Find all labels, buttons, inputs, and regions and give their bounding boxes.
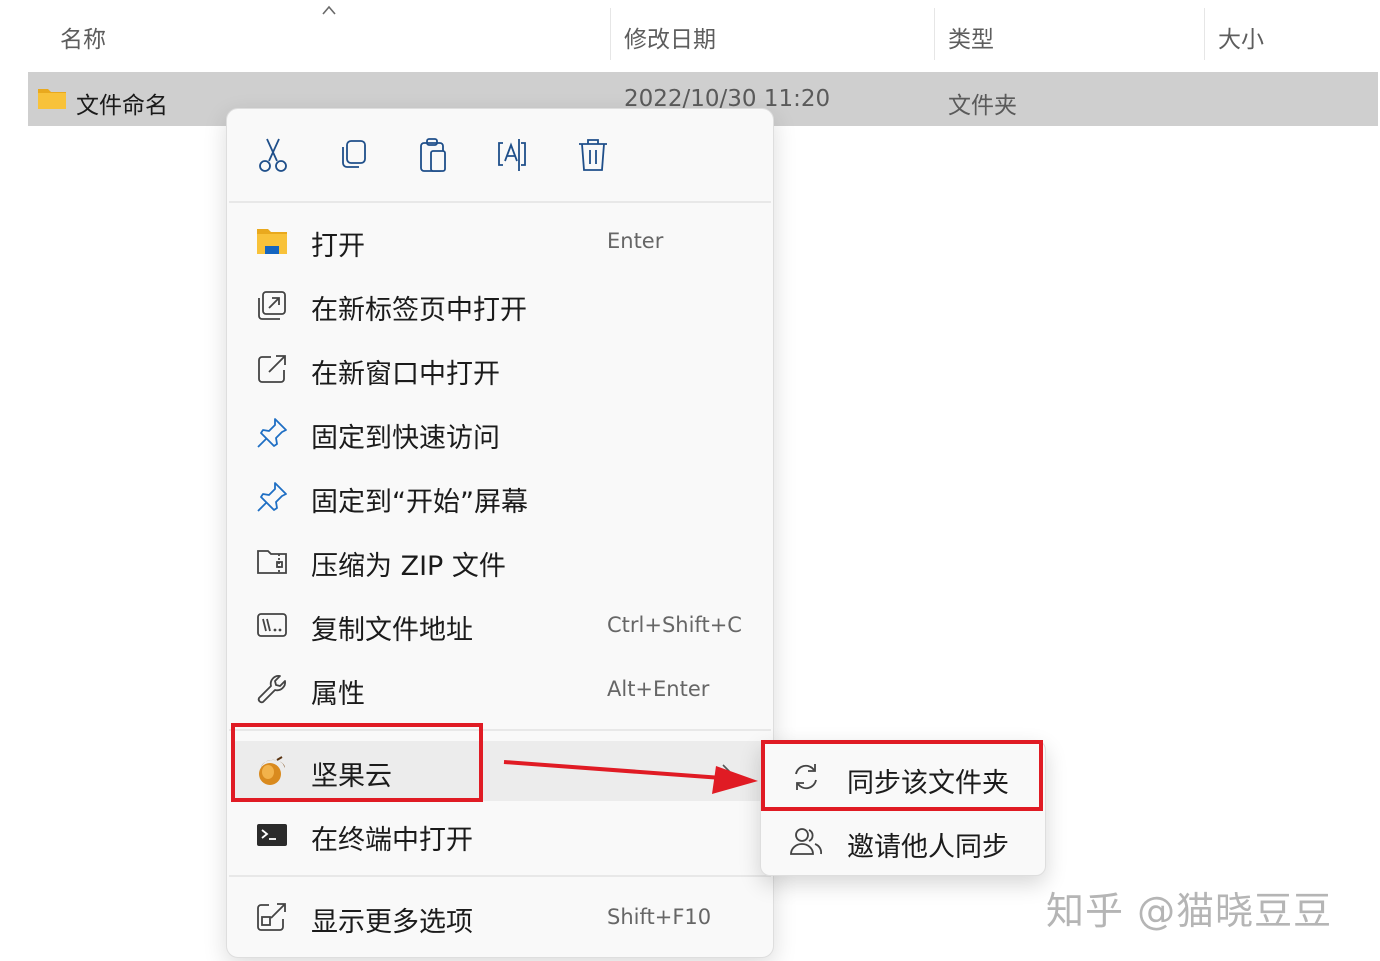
column-header: 名称 修改日期 类型 大小 (0, 0, 1380, 70)
menu-item-label: 在新窗口中打开 (311, 359, 500, 390)
terminal-icon (257, 824, 287, 846)
pin-icon (257, 482, 287, 512)
menu-item-shortcut: Shift+F10 (607, 905, 712, 929)
more-options-icon (257, 903, 286, 931)
menu-item-label: 固定到快速访问 (311, 423, 500, 454)
menu-item-copy-path[interactable]: 复制文件地址 Ctrl+Shift+C (231, 595, 769, 655)
rename-icon[interactable] (495, 135, 531, 175)
menu-item-more-options[interactable]: 显示更多选项 Shift+F10 (231, 887, 769, 947)
menu-item-open-new-window[interactable]: 在新窗口中打开 (231, 339, 769, 399)
pin-icon (257, 418, 287, 448)
copy-path-icon (257, 613, 287, 637)
menu-item-label: 复制文件地址 (311, 615, 473, 646)
file-name: 文件命名 (76, 93, 168, 119)
delete-icon[interactable] (575, 135, 611, 175)
menu-divider (229, 875, 771, 877)
submenu-item-invite-sync[interactable]: 邀请他人同步 (765, 812, 1041, 870)
menu-item-pin-start[interactable]: 固定到“开始”屏幕 (231, 467, 769, 527)
submenu-item-label: 邀请他人同步 (847, 832, 1009, 863)
menu-item-open[interactable]: 打开 Enter (231, 211, 769, 271)
sort-ascending-icon[interactable] (320, 4, 338, 16)
column-size[interactable]: 大小 (1218, 20, 1264, 54)
folder-icon (38, 89, 66, 109)
menu-item-open-new-tab[interactable]: 在新标签页中打开 (231, 275, 769, 335)
menu-item-compress-zip[interactable]: 压缩为 ZIP 文件 (231, 531, 769, 591)
menu-item-label: 压缩为 ZIP 文件 (311, 551, 506, 582)
column-divider[interactable] (610, 8, 611, 60)
menu-item-label: 显示更多选项 (311, 907, 473, 938)
highlight-box-jianguoyun (231, 723, 483, 802)
open-new-window-icon (258, 355, 286, 383)
copy-icon[interactable] (335, 135, 371, 175)
people-icon (790, 828, 822, 855)
menu-item-shortcut: Enter (607, 229, 664, 253)
annotation-arrow (503, 760, 758, 794)
menu-item-label: 打开 (311, 231, 365, 262)
menu-item-label: 在终端中打开 (311, 825, 473, 856)
menu-item-shortcut: Alt+Enter (607, 677, 710, 701)
quick-action-bar (227, 109, 773, 201)
file-type: 文件夹 (948, 93, 1017, 119)
cut-icon[interactable] (255, 135, 291, 175)
wrench-icon (257, 675, 286, 704)
zip-folder-icon (257, 550, 287, 574)
menu-item-pin-quick-access[interactable]: 固定到快速访问 (231, 403, 769, 463)
menu-item-label: 在新标签页中打开 (311, 295, 527, 326)
menu-item-label: 固定到“开始”屏幕 (311, 487, 528, 518)
menu-item-label: 属性 (311, 679, 365, 710)
column-name[interactable]: 名称 (60, 20, 106, 54)
column-divider[interactable] (1204, 8, 1205, 60)
paste-icon[interactable] (415, 135, 451, 175)
new-tab-icon (258, 291, 286, 320)
menu-item-open-terminal[interactable]: 在终端中打开 (231, 805, 769, 865)
column-modified[interactable]: 修改日期 (624, 20, 716, 54)
menu-divider (229, 201, 771, 203)
watermark: 知乎 @猫晓豆豆 (1046, 889, 1333, 933)
column-type[interactable]: 类型 (948, 20, 994, 54)
folder-open-icon (257, 229, 287, 254)
column-divider[interactable] (934, 8, 935, 60)
menu-item-properties[interactable]: 属性 Alt+Enter (231, 659, 769, 719)
context-menu: 打开 Enter 在新标签页中打开 在新窗口中打开 固定到快速访问 固定到“开始… (226, 108, 774, 958)
menu-item-shortcut: Ctrl+Shift+C (607, 613, 742, 637)
highlight-box-sync-folder (761, 740, 1043, 811)
